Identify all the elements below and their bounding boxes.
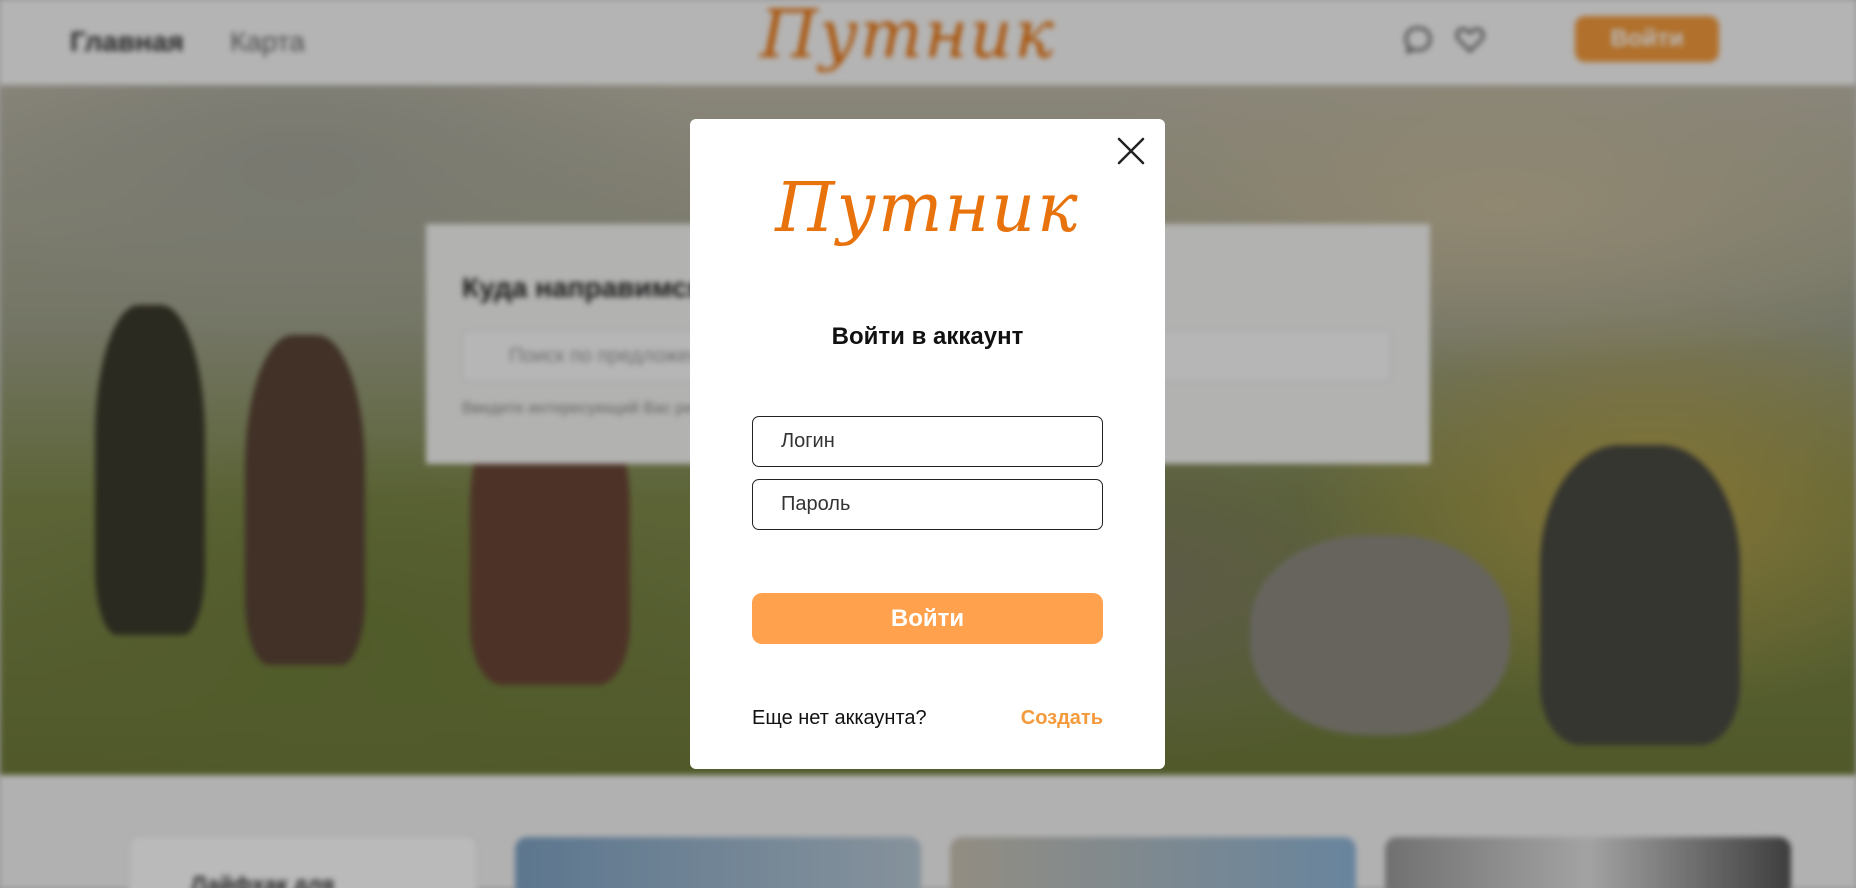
close-icon[interactable] bbox=[1115, 135, 1147, 167]
create-account-link[interactable]: Создать bbox=[1021, 707, 1103, 730]
login-modal: Путник Войти в аккаунт Войти Еще нет акк… bbox=[690, 119, 1165, 769]
login-submit-button[interactable]: Войти bbox=[752, 593, 1103, 644]
password-input[interactable] bbox=[752, 479, 1103, 530]
modal-logo: Путник bbox=[775, 169, 1080, 248]
modal-title: Войти в аккаунт bbox=[831, 323, 1024, 350]
no-account-text: Еще нет аккаунта? bbox=[752, 707, 927, 729]
login-input[interactable] bbox=[752, 416, 1103, 467]
